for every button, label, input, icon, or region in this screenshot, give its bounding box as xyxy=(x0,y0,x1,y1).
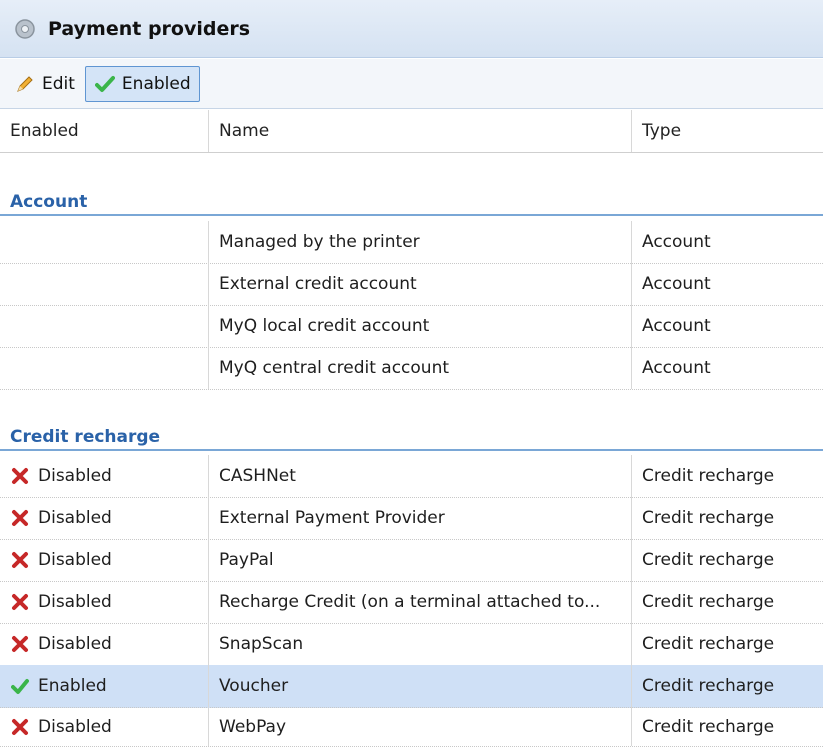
row-name-cell: MyQ central credit account xyxy=(208,347,631,389)
table-row[interactable]: Disabled PayPal Credit recharge xyxy=(0,539,823,582)
panel-header: Payment providers xyxy=(0,0,823,58)
row-type-cell: Credit recharge xyxy=(631,497,823,539)
column-header-enabled[interactable]: Enabled xyxy=(0,110,208,152)
row-name-cell: WebPay xyxy=(208,707,631,746)
group-header-account: Account xyxy=(0,190,823,216)
row-type-cell: Account xyxy=(631,263,823,305)
disabled-x-icon xyxy=(10,634,30,654)
toolbar: Edit Enabled xyxy=(0,59,823,109)
row-enabled-cell: Disabled xyxy=(0,539,208,581)
row-type-cell: Credit recharge xyxy=(631,455,823,497)
row-name-cell: Voucher xyxy=(208,665,631,707)
enabled-check-icon xyxy=(10,676,30,696)
gear-icon xyxy=(10,14,40,44)
row-name-cell: CASHNet xyxy=(208,455,631,497)
row-name-cell: PayPal xyxy=(208,539,631,581)
row-name-cell: Managed by the printer xyxy=(208,221,631,263)
row-name-cell: External credit account xyxy=(208,263,631,305)
row-enabled-cell: Disabled xyxy=(0,623,208,665)
status-label: Disabled xyxy=(38,508,112,528)
row-enabled-cell: Disabled xyxy=(0,707,208,746)
table-row[interactable]: Disabled External Payment Provider Credi… xyxy=(0,497,823,540)
table-row-selected[interactable]: Enabled Voucher Credit recharge xyxy=(0,665,823,708)
group-header-credit-recharge: Credit recharge xyxy=(0,425,823,451)
enabled-button-label: Enabled xyxy=(121,73,191,94)
row-enabled-cell: Disabled xyxy=(0,497,208,539)
row-enabled-cell: Disabled xyxy=(0,455,208,497)
status-label: Disabled xyxy=(38,550,112,570)
row-enabled-cell: Enabled xyxy=(0,665,208,707)
disabled-x-icon xyxy=(10,508,30,528)
enabled-toggle-button[interactable]: Enabled xyxy=(84,65,200,102)
row-enabled-cell xyxy=(0,305,208,347)
table-row[interactable]: Managed by the printer Account xyxy=(0,221,823,264)
row-type-cell: Account xyxy=(631,221,823,263)
row-type-cell: Credit recharge xyxy=(631,539,823,581)
status-label: Enabled xyxy=(38,676,107,696)
row-type-cell: Credit recharge xyxy=(631,623,823,665)
row-type-cell: Account xyxy=(631,305,823,347)
status-label: Disabled xyxy=(38,592,112,612)
row-type-cell: Credit recharge xyxy=(631,707,823,746)
table-row[interactable]: Disabled WebPay Credit recharge xyxy=(0,707,823,747)
row-name-cell: Recharge Credit (on a terminal attached … xyxy=(208,581,631,623)
column-header-name[interactable]: Name xyxy=(208,110,631,152)
disabled-x-icon xyxy=(10,550,30,570)
table-row[interactable]: MyQ central credit account Account xyxy=(0,347,823,390)
row-name-cell: SnapScan xyxy=(208,623,631,665)
table-row[interactable]: Disabled SnapScan Credit recharge xyxy=(0,623,823,666)
status-label: Disabled xyxy=(38,634,112,654)
disabled-x-icon xyxy=(10,466,30,486)
edit-button-label: Edit xyxy=(42,73,75,94)
status-label: Disabled xyxy=(38,466,112,486)
table-row[interactable]: External credit account Account xyxy=(0,263,823,306)
pencil-icon xyxy=(14,73,36,95)
row-type-cell: Credit recharge xyxy=(631,665,823,707)
table-row[interactable]: Disabled CASHNet Credit recharge xyxy=(0,455,823,498)
row-type-cell: Credit recharge xyxy=(631,581,823,623)
table-row[interactable]: MyQ local credit account Account xyxy=(0,305,823,348)
row-name-cell: MyQ local credit account xyxy=(208,305,631,347)
column-header-type[interactable]: Type xyxy=(631,110,823,152)
status-label: Disabled xyxy=(38,716,112,737)
row-enabled-cell xyxy=(0,263,208,305)
disabled-x-icon xyxy=(10,717,30,737)
panel-title: Payment providers xyxy=(48,17,251,40)
edit-button[interactable]: Edit xyxy=(8,66,81,102)
table-row[interactable]: Disabled Recharge Credit (on a terminal … xyxy=(0,581,823,624)
row-enabled-cell: Disabled xyxy=(0,581,208,623)
table-header: Enabled Name Type xyxy=(0,110,823,153)
row-name-cell: External Payment Provider xyxy=(208,497,631,539)
row-enabled-cell xyxy=(0,221,208,263)
row-enabled-cell xyxy=(0,347,208,389)
checkmark-icon xyxy=(94,73,116,95)
disabled-x-icon xyxy=(10,592,30,612)
row-type-cell: Account xyxy=(631,347,823,389)
